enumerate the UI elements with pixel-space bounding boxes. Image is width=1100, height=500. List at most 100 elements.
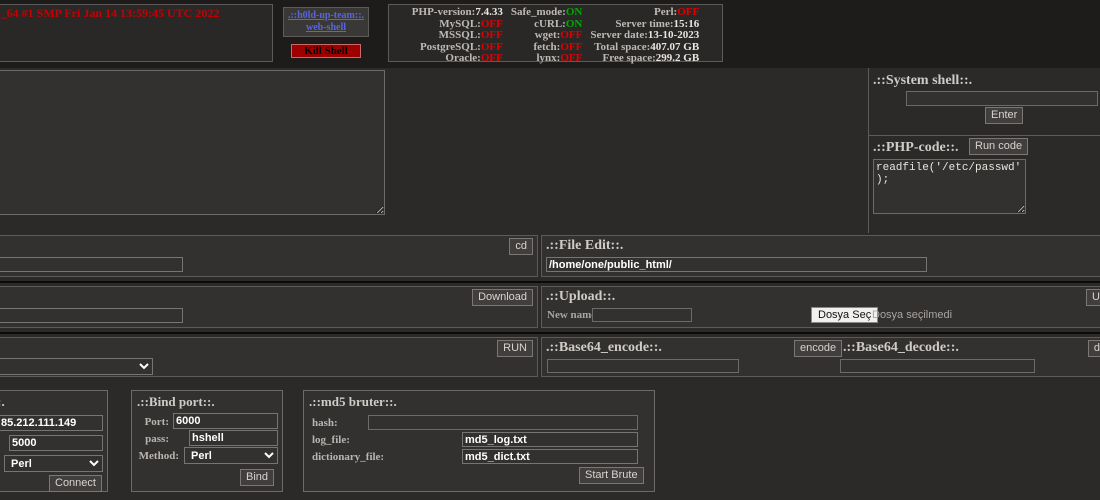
row-download-upload: oad::. Download .::Upload::. U New name:…	[0, 284, 1100, 334]
server-info-label: wget:	[534, 29, 561, 41]
upload-file-status: Dosya seçilmedi	[872, 309, 953, 321]
upload-panel-title: .::Upload::.	[546, 289, 616, 304]
server-info-value: OFF	[480, 52, 503, 64]
bind-pass-label: pass:	[145, 433, 169, 445]
sysinfo-line-path: me/one/public_html/	[0, 48, 268, 62]
header-bar: ux 3.10.0-1160.53.1.el7.x86_64 #1 SMP Fr…	[0, 0, 1100, 70]
base64-encode-input[interactable]	[547, 359, 739, 373]
connect-host-input[interactable]	[0, 415, 103, 431]
server-info-value: OFF	[560, 40, 583, 53]
row-run-base64: . RUN ce config file .::Base64_encode::.…	[0, 335, 1100, 382]
server-info-label: cURL:	[534, 17, 566, 30]
base64-encode-button[interactable]: encode	[794, 340, 843, 357]
upper-section: .::System shell::. Enter .::PHP-code::. …	[0, 68, 1100, 235]
bind-port-panel: .::Bind port::. Port: pass: Method: Perl…	[131, 390, 283, 492]
brand-link-team[interactable]: .::h0ld-up-team::.	[284, 10, 368, 22]
system-shell-input[interactable]	[906, 91, 1098, 106]
file-edit-panel: .::File Edit::.	[541, 235, 1100, 277]
cd-path-input[interactable]	[0, 257, 183, 272]
bind-port-label: Port:	[144, 416, 169, 428]
download-button[interactable]: Download	[472, 289, 533, 306]
md5-dict-file-input[interactable]	[462, 449, 638, 464]
output-textarea[interactable]	[0, 70, 385, 215]
md5-log-file-input[interactable]	[462, 432, 638, 447]
system-shell-panel: .::System shell::. Enter	[869, 72, 1100, 136]
connect-method-select[interactable]: Perl	[4, 455, 103, 472]
server-info-value: OFF	[677, 6, 700, 18]
server-info-cell: Oracle:OFF	[408, 52, 507, 65]
server-info-label: Safe_mode:	[510, 6, 566, 18]
connect-panel-title: onnect::.	[0, 394, 5, 409]
server-info-cell: lynx:OFF	[507, 52, 587, 65]
server-info-label: Total space:	[594, 40, 651, 53]
run-panel: . RUN ce config file	[0, 337, 538, 377]
system-shell-enter-button[interactable]: Enter	[985, 107, 1024, 124]
cd-panel: ::. cd	[0, 235, 538, 277]
server-info-cell: Free space:299.2 GB	[586, 52, 703, 65]
php-code-textarea[interactable]: readfile('/etc/passwd');	[873, 159, 1026, 214]
cd-button[interactable]: cd	[509, 238, 533, 255]
system-shell-title: .::System shell::.	[873, 73, 973, 88]
md5-dict-file-label: dictionary_file:	[312, 451, 385, 463]
server-info-label: Perl:	[654, 6, 678, 18]
server-info-label: MSSQL:	[438, 29, 481, 41]
row-cd-fileedit: ::. cd .::File Edit::.	[0, 233, 1100, 283]
file-edit-path-input[interactable]	[546, 257, 927, 272]
bind-button[interactable]: Bind	[240, 469, 275, 486]
web-shell-page: ux 3.10.0-1160.53.1.el7.x86_64 #1 SMP Fr…	[0, 0, 1100, 500]
base64-decode-input[interactable]	[840, 359, 1035, 373]
php-run-code-button[interactable]: Run code	[969, 138, 1029, 155]
bind-method-select[interactable]: Perl	[184, 447, 278, 464]
php-code-panel: .::PHP-code::. Run code readfile('/etc/p…	[869, 137, 1100, 233]
md5-hash-input[interactable]	[368, 415, 638, 430]
server-info-label: Oracle:	[445, 52, 481, 64]
connect-panel: onnect::. Perl Connect	[0, 390, 108, 492]
brand-link-webshell[interactable]: web-shell	[284, 22, 368, 34]
md5-bruter-panel: .::md5 bruter::. hash: log_file: diction…	[303, 390, 655, 492]
bind-port-input[interactable]	[173, 413, 278, 429]
connect-port-input[interactable]	[9, 435, 103, 451]
upload-new-name-input[interactable]	[592, 308, 692, 322]
right-tools-column: .::System shell::. Enter .::PHP-code::. …	[868, 68, 1100, 233]
server-info-label: lynx:	[536, 52, 561, 64]
server-info-label: MySQL:	[439, 17, 481, 30]
upload-panel: .::Upload::. U New name: Dosya Seç Dosya…	[541, 286, 1100, 328]
server-info-value: OFF	[480, 40, 503, 53]
download-panel: oad::. Download	[0, 286, 538, 328]
server-info-value: OFF	[560, 29, 583, 41]
brand-box[interactable]: .::h0ld-up-team::. web-shell	[283, 7, 369, 37]
base64-panel: .::Base64_encode::. encode .::Base64_dec…	[541, 337, 1100, 377]
md5-panel-title: .::md5 bruter::.	[309, 394, 397, 409]
server-info-value: 407.07 GB	[650, 40, 700, 53]
base64-decode-button[interactable]: d	[1087, 340, 1100, 357]
server-info-label: fetch:	[533, 40, 561, 53]
server-info-value: ON	[565, 6, 583, 18]
bind-method-label: Method:	[138, 450, 179, 462]
server-info-label: Free space:	[602, 52, 656, 64]
php-code-title: .::PHP-code::.	[873, 140, 959, 155]
server-info-value: 299.2 GB	[655, 52, 700, 64]
download-path-input[interactable]	[0, 308, 183, 323]
md5-log-file-label: log_file:	[312, 434, 350, 446]
upload-choose-file-button[interactable]: Dosya Seç	[811, 307, 879, 323]
md5-hash-label: hash:	[312, 417, 338, 429]
connect-button[interactable]: Connect	[49, 475, 102, 492]
bind-panel-title: .::Bind port::.	[137, 394, 215, 409]
server-info-table: PHP-version:7.4.33 Safe_mode:ON Perl:OFF My…	[408, 6, 703, 65]
sysinfo-line-uid: =1113(one) gid=1116	[0, 34, 268, 48]
server-info-value: OFF	[480, 17, 503, 30]
md5-start-brute-button[interactable]: Start Brute	[579, 467, 644, 484]
file-edit-title: .::File Edit::.	[546, 238, 624, 253]
server-info-value: 15:16	[673, 17, 700, 30]
base64-encode-title: .::Base64_encode::.	[546, 340, 662, 355]
system-info-box: ux 3.10.0-1160.53.1.el7.x86_64 #1 SMP Fr…	[0, 4, 273, 62]
run-button[interactable]: RUN	[497, 340, 533, 357]
server-info-label: Server time:	[615, 17, 674, 30]
kill-shell-button[interactable]: Kill Shell	[291, 44, 361, 58]
server-info-value: OFF	[480, 29, 503, 41]
bind-pass-input[interactable]	[189, 430, 278, 446]
run-config-select[interactable]: ce config file	[0, 358, 153, 375]
server-info-label: PHP-version:	[411, 6, 476, 18]
base64-decode-title: .::Base64_decode::.	[843, 340, 959, 355]
upload-button[interactable]: U	[1086, 289, 1100, 306]
